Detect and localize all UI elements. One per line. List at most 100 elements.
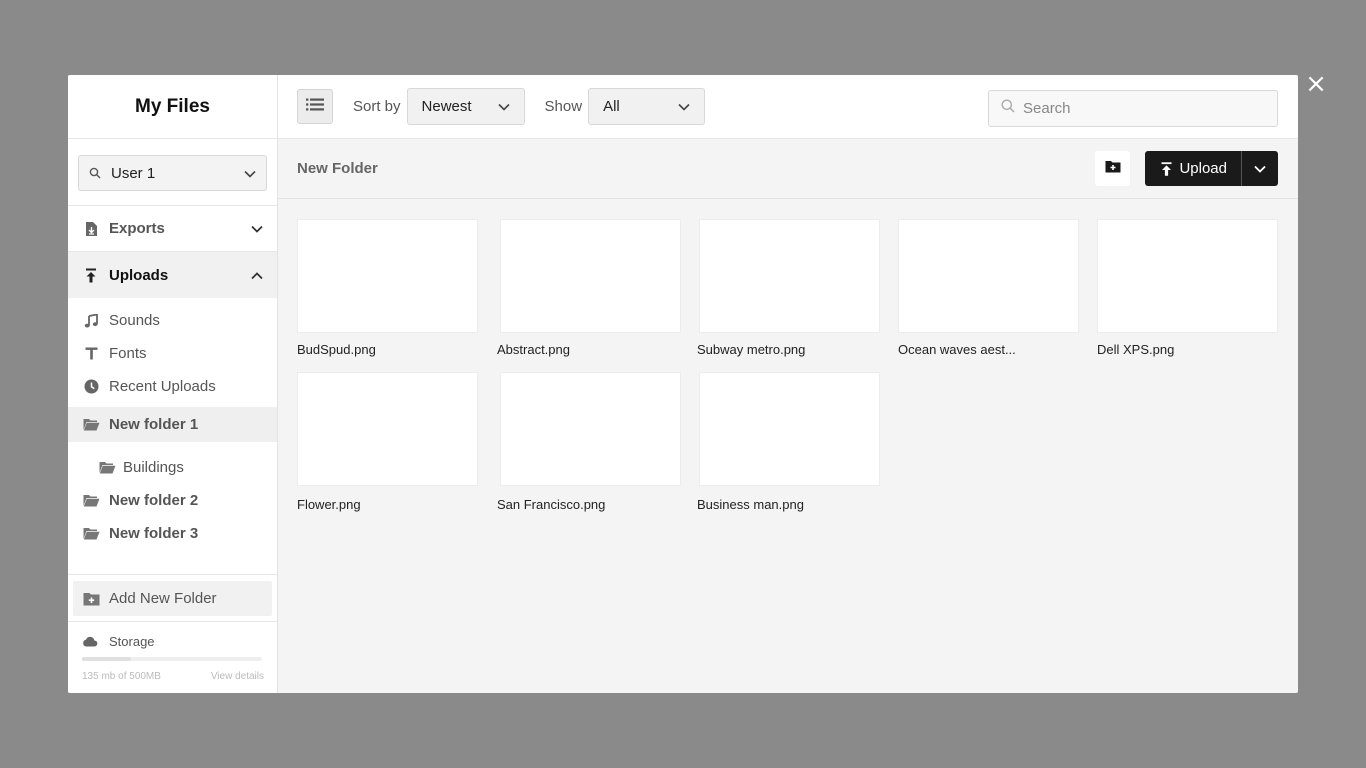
add-folder-container: Add New Folder: [68, 574, 277, 622]
sidebar-item-sounds[interactable]: Sounds: [68, 304, 277, 337]
folder-label: New folder 2: [109, 492, 199, 509]
file-name: Ocean waves aest...: [898, 342, 1016, 357]
folder-label: Buildings: [123, 458, 184, 476]
file-thumbnail: [699, 219, 880, 333]
sidebar-folder-new-folder-2[interactable]: New folder 2: [68, 484, 277, 517]
storage-progress-fill: [82, 657, 131, 661]
close-icon[interactable]: ×: [1304, 71, 1328, 97]
storage-panel: Storage 135 mb of 500MB View details: [68, 631, 277, 682]
sidebar-item-recent-uploads[interactable]: Recent Uploads: [68, 370, 277, 403]
create-folder-button[interactable]: [1095, 151, 1131, 186]
user-select-container: User 1: [68, 139, 277, 206]
folder-label: New folder 3: [109, 525, 199, 542]
font-icon: [82, 347, 100, 360]
chevron-down-icon: [497, 98, 510, 115]
sidebar-folder-buildings[interactable]: Buildings: [68, 450, 277, 484]
sidebar-item-uploads[interactable]: Uploads: [68, 252, 277, 298]
file-tile[interactable]: Business man.png: [697, 372, 880, 512]
sort-label: Sort by: [353, 98, 401, 115]
storage-footer: 135 mb of 500MB View details: [82, 671, 264, 682]
file-name: Dell XPS.png: [1097, 342, 1175, 357]
sidebar-item-exports[interactable]: Exports: [68, 206, 277, 252]
folder-open-icon: [82, 527, 100, 540]
storage-progress-bar: [82, 657, 262, 661]
user-select[interactable]: User 1: [78, 155, 267, 191]
file-name: BudSpud.png: [297, 342, 376, 357]
sidebar-title: My Files: [68, 75, 277, 139]
search-icon: [89, 167, 103, 179]
chevron-down-icon: [678, 98, 690, 115]
sidebar-item-label: Recent Uploads: [109, 378, 216, 395]
show-select-value: All: [603, 98, 620, 115]
music-note-icon: [82, 313, 100, 328]
sidebar-folder-new-folder-3[interactable]: New folder 3: [68, 517, 277, 550]
file-tile[interactable]: Subway metro.png: [697, 219, 880, 357]
sidebar-item-label: Fonts: [109, 345, 147, 362]
toolbar: Sort by Newest Show All: [278, 75, 1298, 139]
storage-label: Storage: [109, 633, 155, 649]
file-tile[interactable]: Flower.png: [297, 372, 478, 512]
sidebar-folder-new-folder-1[interactable]: New folder 1: [68, 407, 277, 442]
user-select-value: User 1: [111, 164, 156, 182]
file-thumbnail: [699, 372, 880, 486]
storage-usage-text: 135 mb of 500MB: [82, 671, 161, 682]
uploads-sub-list: Sounds Fonts Recent Uploads New folder 1: [68, 298, 277, 550]
file-thumbnail: [297, 372, 478, 486]
current-folder-title: New Folder: [297, 160, 378, 177]
folder-open-icon: [82, 418, 100, 431]
chevron-up-icon: [251, 267, 263, 284]
file-thumbnail: [500, 372, 681, 486]
file-tile[interactable]: San Francisco.png: [497, 372, 681, 512]
search-input[interactable]: [1023, 100, 1265, 117]
file-name: San Francisco.png: [497, 497, 606, 512]
folder-open-icon: [82, 494, 100, 507]
chevron-down-icon: [251, 220, 263, 237]
file-thumbnail: [297, 219, 478, 333]
show-select[interactable]: All: [588, 88, 706, 125]
upload-button[interactable]: Upload: [1145, 151, 1241, 186]
upload-label: Upload: [1179, 160, 1227, 177]
sidebar: My Files User 1 Exports Uploads Sounds F…: [68, 75, 278, 693]
folder-plus-icon: [1105, 160, 1121, 178]
sort-select-value: Newest: [421, 98, 472, 115]
cloud-icon: [82, 636, 100, 647]
upload-icon: [82, 268, 100, 283]
folder-header: New Folder Upload: [278, 139, 1298, 199]
file-name: Abstract.png: [497, 342, 570, 357]
show-label: Show: [544, 98, 583, 115]
folder-label: New folder 1: [109, 416, 199, 433]
chevron-down-icon: [1254, 160, 1266, 178]
file-manager-modal: My Files User 1 Exports Uploads Sounds F…: [68, 75, 1298, 693]
upload-options-dropdown[interactable]: [1241, 151, 1278, 186]
sort-select[interactable]: Newest: [406, 88, 525, 125]
upload-icon: [1161, 161, 1172, 176]
file-thumbnail: [500, 219, 681, 333]
search-icon: [1001, 99, 1015, 118]
sidebar-item-label: Sounds: [109, 312, 160, 329]
file-thumbnail: [1097, 219, 1278, 333]
file-name: Flower.png: [297, 497, 361, 512]
file-name: Business man.png: [697, 497, 804, 512]
sidebar-item-label: Uploads: [109, 266, 169, 284]
upload-button-group: Upload: [1145, 151, 1278, 186]
clock-icon: [82, 379, 100, 394]
list-icon: [306, 98, 324, 116]
add-new-folder-button[interactable]: Add New Folder: [73, 581, 272, 616]
storage-header: Storage: [82, 631, 263, 651]
list-view-button[interactable]: [297, 89, 333, 124]
file-tile[interactable]: Abstract.png: [497, 219, 681, 357]
chevron-down-icon: [244, 165, 256, 182]
file-name: Subway metro.png: [697, 342, 806, 357]
file-tile[interactable]: BudSpud.png: [297, 219, 478, 357]
export-file-icon: [82, 221, 100, 237]
file-thumbnail: [898, 219, 1079, 333]
sidebar-item-fonts[interactable]: Fonts: [68, 337, 277, 370]
folder-plus-icon: [82, 592, 100, 606]
file-tile[interactable]: Ocean waves aest...: [898, 219, 1079, 357]
add-folder-label: Add New Folder: [109, 590, 217, 607]
view-details-link[interactable]: View details: [211, 671, 264, 682]
search-box: [988, 90, 1278, 127]
file-tile[interactable]: Dell XPS.png: [1097, 219, 1278, 357]
folder-open-icon: [98, 461, 116, 474]
sidebar-item-label: Exports: [109, 220, 165, 237]
